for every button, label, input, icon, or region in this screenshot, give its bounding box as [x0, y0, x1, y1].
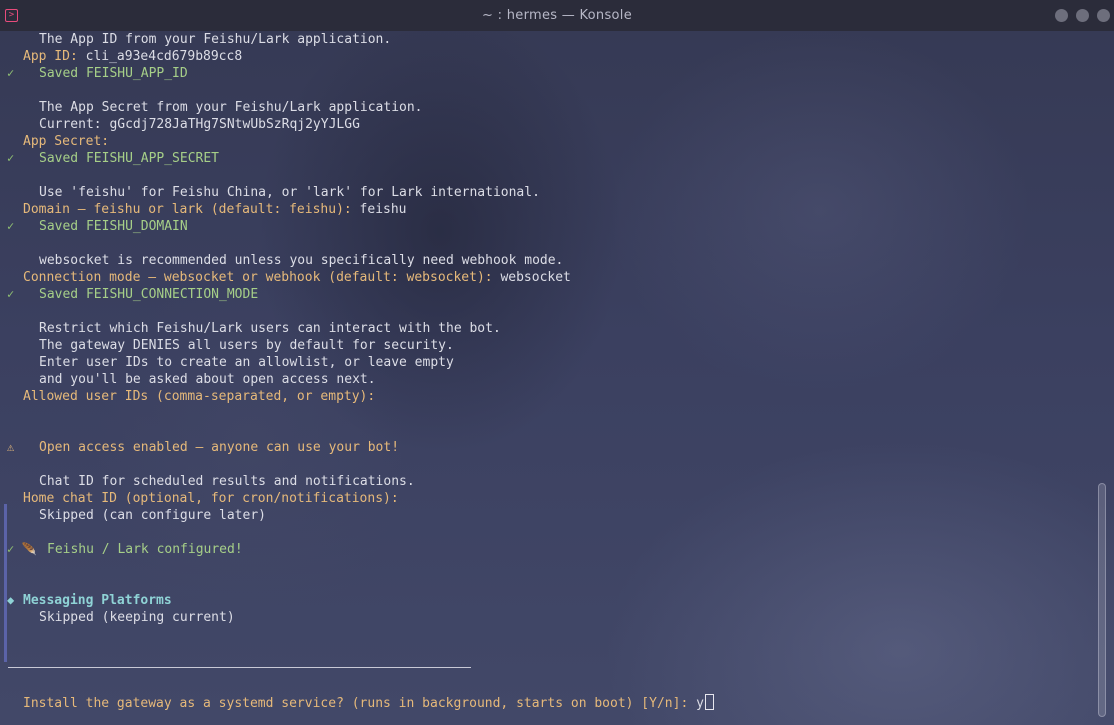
line-text: Restrict which Feishu/Lark users can int…: [39, 321, 501, 336]
prompt-label: Allowed user IDs (comma-separated, or em…: [23, 389, 376, 404]
line-text: The App ID from your Feishu/Lark applica…: [39, 32, 392, 47]
line-text: Saved FEISHU_DOMAIN: [39, 219, 188, 234]
line-text: Enter user IDs to create an allowlist, o…: [39, 355, 454, 370]
final-prompt-text: Install the gateway as a systemd service…: [23, 696, 697, 711]
prompt-answer: feishu: [359, 202, 407, 217]
prompt-wrapper: App ID: cli_a93e4cd679b89cc8: [23, 48, 242, 65]
window-title: ~ : hermes — Konsole: [482, 8, 632, 23]
line-text: websocket is recommended unless you spec…: [39, 253, 564, 268]
checkmark-icon: ✓ 🪶: [7, 542, 37, 556]
separator-line: [8, 667, 471, 668]
prompt-wrapper: Domain — feishu or lark (default: feishu…: [23, 201, 407, 218]
title-bar: > ~ : hermes — Konsole: [0, 0, 1114, 32]
prompt-label: App Secret:: [23, 134, 110, 149]
line-text: Skipped (keeping current): [39, 610, 235, 625]
prompt-label: Domain — feishu or lark (default: feishu…: [23, 202, 360, 217]
line-text: Current: gGcdj728JaTHg7SNtwUbSzRqj2yYJLG…: [39, 117, 360, 132]
line-text: Saved FEISHU_APP_SECRET: [39, 151, 220, 166]
line-text: Saved FEISHU_CONNECTION_MODE: [39, 287, 259, 302]
line-text: Feishu / Lark configured!: [47, 542, 243, 557]
line-text: The App Secret from your Feishu/Lark app…: [39, 100, 423, 115]
checkmark-icon: ✓: [7, 66, 15, 80]
prompt-label: Connection mode — websocket or webhook (…: [23, 270, 501, 285]
terminal-area[interactable]: The App ID from your Feishu/Lark applica…: [0, 31, 1114, 725]
maximize-button[interactable]: [1076, 9, 1089, 22]
minimize-button[interactable]: [1055, 9, 1068, 22]
line-text: The gateway DENIES all users by default …: [39, 338, 454, 353]
text-cursor: [704, 694, 714, 710]
prompt-label: App ID:: [23, 49, 86, 64]
diamond-icon: ◆: [7, 593, 15, 607]
close-button[interactable]: [1097, 9, 1110, 22]
prompt-answer: cli_a93e4cd679b89cc8: [85, 49, 243, 64]
final-prompt-value[interactable]: y: [696, 696, 704, 711]
line-text: Open access enabled — anyone can use you…: [39, 440, 400, 455]
scrollback-marker: [4, 504, 7, 662]
checkmark-icon: ✓: [7, 151, 15, 165]
section-heading: Messaging Platforms: [23, 593, 172, 608]
final-prompt-line[interactable]: Install the gateway as a systemd service…: [0, 694, 714, 711]
line-text: Skipped (can configure later): [39, 508, 266, 523]
line-text: and you'll be asked about open access ne…: [39, 372, 376, 387]
line-text: Use 'feishu' for Feishu China, or 'lark'…: [39, 185, 540, 200]
prompt-answer: websocket: [500, 270, 571, 285]
line-text: Chat ID for scheduled results and notifi…: [39, 474, 415, 489]
prompt-wrapper: Connection mode — websocket or webhook (…: [23, 269, 571, 286]
line-text: Saved FEISHU_APP_ID: [39, 66, 188, 81]
checkmark-icon: ✓: [7, 287, 15, 301]
prompt-label: Home chat ID (optional, for cron/notific…: [23, 491, 399, 506]
warning-icon: ⚠: [7, 440, 15, 454]
checkmark-icon: ✓: [7, 219, 15, 233]
scrollbar-thumb[interactable]: [1098, 483, 1106, 717]
